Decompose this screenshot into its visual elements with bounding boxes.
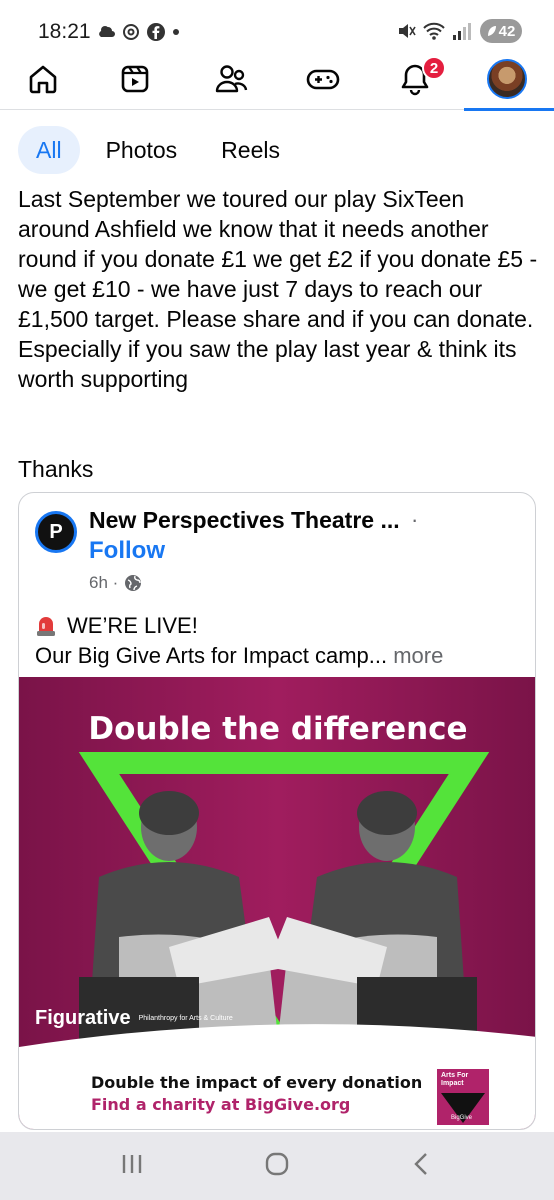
tab-all[interactable]: All (18, 126, 80, 174)
see-more-link[interactable]: more (393, 643, 443, 668)
page-name-dot: · (411, 507, 419, 532)
page-logo[interactable]: P (35, 511, 77, 553)
siren-icon (37, 617, 55, 636)
tab-photos[interactable]: Photos (88, 126, 196, 174)
home-icon (29, 65, 57, 94)
mute-icon (399, 24, 416, 38)
back-button[interactable] (408, 1150, 436, 1183)
battery-level: 42 (498, 22, 516, 40)
video-icon (121, 65, 149, 93)
threads-icon (123, 24, 139, 40)
weather-icon (99, 26, 115, 37)
top-nav-bar: 2 (0, 48, 554, 111)
nav-gaming[interactable] (286, 48, 360, 110)
arts-for-impact-badge: Arts For Impact BigGive (437, 1069, 489, 1125)
live-text: WE’RE LIVE! (67, 613, 198, 638)
page-name[interactable]: New Perspectives Theatre ... (89, 507, 400, 534)
recents-icon (123, 1154, 142, 1173)
gaming-icon (306, 69, 340, 90)
dot-icon (173, 29, 179, 35)
promo-cta: Find a charity at BigGive.org (91, 1095, 351, 1114)
campaign-text: Our Big Give Arts for Impact camp... mor… (35, 643, 525, 669)
nav-home[interactable] (6, 48, 80, 110)
android-nav-bar (0, 1132, 554, 1200)
badge-text: Arts For Impact (441, 1072, 469, 1087)
recents-button[interactable] (118, 1151, 146, 1182)
follow-button[interactable]: Follow (89, 537, 165, 565)
home-button[interactable] (263, 1150, 291, 1183)
post-thanks: Thanks (18, 456, 94, 482)
status-right-icons: 42 (396, 19, 522, 43)
nav-friends[interactable] (194, 48, 268, 110)
badge-sub: BigGive (451, 1115, 473, 1121)
promo-brand-name: Figurative (35, 1007, 131, 1029)
campaign-text-body: Our Big Give Arts for Impact camp... (35, 643, 388, 668)
friends-icon (215, 65, 248, 93)
profile-avatar (487, 59, 527, 99)
promo-title: Double the difference (88, 711, 468, 747)
post-time: 6h · (89, 573, 119, 592)
wifi-icon (423, 22, 445, 40)
promo-footer: Double the impact of every donation Find… (19, 1063, 535, 1129)
shared-post-card[interactable]: P New Perspectives Theatre ... · Follow … (18, 492, 536, 1130)
back-icon (413, 1152, 427, 1175)
promo-tagline: Double the impact of every donation (91, 1073, 423, 1092)
status-time: 18:21 (38, 20, 91, 43)
post-text: Last September we toured our play SixTee… (18, 186, 538, 392)
nav-video[interactable] (98, 48, 172, 110)
home-circle-icon (265, 1152, 289, 1175)
promo-brand: Figurative Philanthropy for Arts & Cultu… (35, 1007, 233, 1030)
nav-notifications[interactable]: 2 (378, 48, 452, 110)
promo-brand-sub: Philanthropy for Arts & Culture (138, 1014, 233, 1022)
tab-reels[interactable]: Reels (203, 126, 298, 174)
notification-badge: 2 (422, 56, 446, 80)
right-figure (267, 791, 477, 1047)
facebook-icon (147, 23, 165, 41)
battery-leaf-icon (487, 26, 496, 36)
live-line: WE’RE LIVE! (35, 613, 198, 639)
nav-profile[interactable] (464, 48, 554, 111)
globe-icon (125, 575, 142, 591)
signal-icon (453, 23, 471, 40)
battery-indicator: 42 (480, 19, 522, 43)
page-logo-text: P (49, 520, 63, 543)
post-meta: 6h · (89, 573, 142, 593)
promo-image[interactable]: Double the difference Figurative Philant… (19, 677, 535, 1129)
filter-tabs: All Photos Reels (18, 126, 298, 174)
status-left-icons (98, 20, 180, 44)
